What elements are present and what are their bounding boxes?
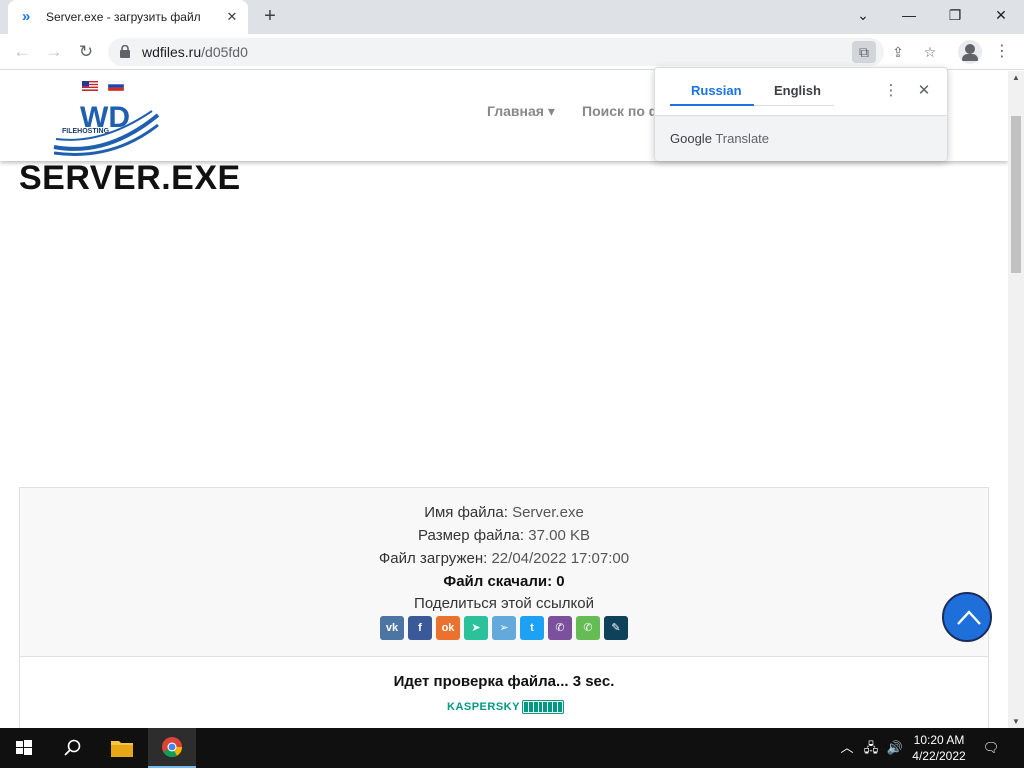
reload-icon[interactable]: ↻ [74, 40, 98, 64]
tab-title: Server.exe - загрузить файл [46, 10, 201, 24]
close-popup-icon[interactable]: ✕ [914, 81, 934, 101]
file-info-panel: Имя файла: Server.exe Размер файла: 37.0… [19, 487, 989, 728]
url-text[interactable]: wdfiles.ru/d05fd0 [142, 44, 248, 60]
share-livejournal-icon[interactable]: ✎ [604, 616, 628, 640]
scroll-down-arrow-icon[interactable]: ▼ [1011, 717, 1021, 726]
windows-taskbar: ︿ 🖧 🔊 10:20 AM 4/22/2022 🗨 [0, 728, 1024, 768]
taskbar-clock[interactable]: 10:20 AM 4/22/2022 [900, 732, 978, 764]
page-scrollbar[interactable]: ▲ ▼ [1008, 71, 1024, 728]
new-tab-button[interactable]: + [258, 6, 282, 28]
english-flag-icon[interactable] [82, 81, 98, 91]
share-whatsapp-icon[interactable]: ✆ [576, 616, 600, 640]
kaspersky-logo: KASPERSKY [447, 701, 520, 713]
share-odnoklassniki-icon[interactable]: ok [436, 616, 460, 640]
page-title: SERVER.EXE [19, 159, 241, 197]
translate-footer: Google Translate [655, 115, 947, 161]
search-button[interactable] [48, 728, 96, 768]
site-favicon-icon: » [22, 8, 31, 25]
network-icon[interactable]: 🖧 [862, 738, 880, 758]
nav-search[interactable]: Поиск по ф [582, 103, 661, 119]
file-size-line: Размер файла: 37.00 KB [418, 527, 590, 544]
profile-avatar-icon[interactable] [958, 40, 982, 64]
file-check-section: Идет проверка файла... 3 sec. KASPERSKY [20, 656, 988, 728]
share-label: Поделиться этой ссылкой [414, 595, 594, 612]
share-icon[interactable]: ⇪ [886, 41, 910, 63]
translate-popup: Russian English ⋮ ✕ Google Translate [654, 67, 948, 161]
tab-close-icon[interactable]: ✕ [224, 9, 240, 25]
browser-toolbar: ← → ↻ wdfiles.ru/d05fd0 ⧉ ⇪ ☆ ⋮ [0, 34, 1024, 70]
share-buttons: vk f ok ➤ ➢ t ✆ ✆ ✎ [20, 616, 988, 640]
file-explorer-button[interactable] [98, 728, 146, 768]
share-twitter-icon[interactable]: t [520, 616, 544, 640]
kaspersky-badge: KASPERSKY [447, 699, 564, 715]
clock-time: 10:20 AM [913, 733, 965, 747]
scan-progress-icon [521, 700, 564, 714]
folder-icon [111, 741, 133, 757]
share-facebook-icon[interactable]: f [408, 616, 432, 640]
scroll-to-top-button[interactable] [942, 592, 992, 642]
wd-filehosting-logo[interactable]: WD FILEHOSTING [52, 95, 162, 159]
file-size-value: 37.00 KB [528, 527, 590, 544]
close-window-button[interactable]: ✕ [978, 0, 1024, 30]
forward-arrow-icon[interactable]: → [42, 40, 66, 64]
address-bar[interactable]: wdfiles.ru/d05fd0 ⧉ ⇪ ☆ [108, 38, 936, 66]
lock-icon[interactable] [120, 45, 130, 58]
file-uploaded-line: Файл загружен: 22/04/2022 17:07:00 [378, 550, 630, 567]
share-viber-icon[interactable]: ✆ [548, 616, 572, 640]
file-name-value: Server.exe [512, 504, 584, 521]
bookmark-star-icon[interactable]: ☆ [918, 41, 942, 63]
chrome-taskbar-button[interactable] [148, 728, 196, 768]
checking-status: Идет проверка файла... 3 sec. [393, 673, 615, 690]
clock-date: 4/22/2022 [912, 749, 966, 763]
svg-text:FILEHOSTING: FILEHOSTING [62, 128, 110, 135]
nav-home[interactable]: Главная ▾ [487, 103, 555, 120]
more-options-icon[interactable]: ⋮ [881, 81, 901, 101]
browser-menu-icon[interactable]: ⋮ [994, 40, 1010, 64]
russian-flag-icon[interactable] [108, 81, 124, 91]
share-moimir-icon[interactable]: ➤ [464, 616, 488, 640]
file-uploaded-value: 22/04/2022 17:07:00 [491, 550, 630, 567]
tab-english[interactable]: English [774, 83, 821, 98]
minimize-button[interactable]: — [886, 0, 932, 30]
file-name-line: Имя файла: Server.exe [424, 504, 584, 521]
chrome-icon [162, 737, 183, 758]
share-telegram-icon[interactable]: ➢ [492, 616, 516, 640]
maximize-button[interactable]: ❐ [932, 0, 978, 30]
tab-russian[interactable]: Russian [691, 83, 742, 98]
google-translate-logo: Google Translate [670, 131, 770, 146]
show-hidden-icons-icon[interactable]: ︿ [838, 738, 856, 758]
active-tab-indicator [670, 104, 754, 106]
scroll-up-arrow-icon[interactable]: ▲ [1011, 73, 1021, 82]
page-viewport: WD FILEHOSTING Главная ▾ Поиск по ф SERV… [0, 71, 1008, 728]
browser-tab[interactable]: » Server.exe - загрузить файл ✕ [8, 0, 248, 34]
start-button[interactable] [0, 728, 48, 768]
tab-strip: » Server.exe - загрузить файл ✕ + ⌄ — ❐ … [0, 0, 1024, 34]
search-icon [64, 739, 81, 756]
windows-logo-icon [16, 740, 32, 755]
download-count: Файл скачали: 0 [443, 573, 565, 590]
translate-icon[interactable]: ⧉ [852, 41, 876, 63]
chevron-up-icon [957, 610, 981, 625]
tab-divider [754, 105, 834, 106]
share-vk-icon[interactable]: vk [380, 616, 404, 640]
tab-search-icon[interactable]: ⌄ [840, 0, 886, 30]
back-arrow-icon[interactable]: ← [10, 40, 34, 64]
notifications-icon[interactable]: 🗨 [982, 738, 1000, 758]
file-info-section: Имя файла: Server.exe Размер файла: 37.0… [20, 488, 988, 656]
scrollbar-thumb[interactable] [1011, 116, 1021, 273]
